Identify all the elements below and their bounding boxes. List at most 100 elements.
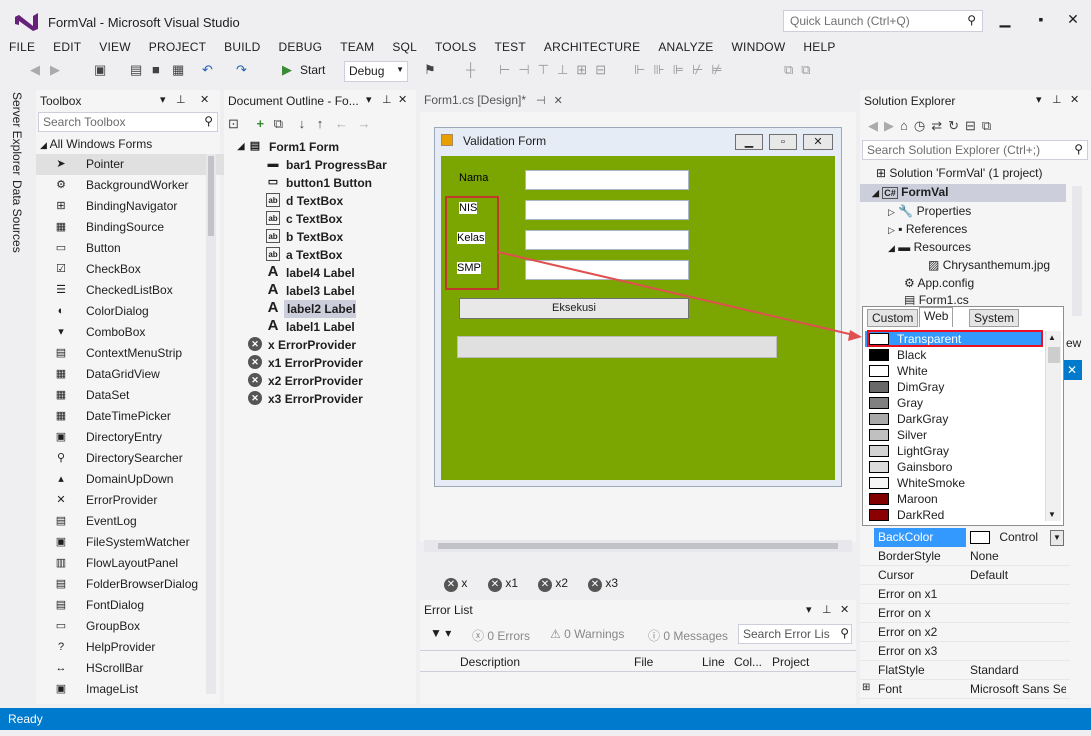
minimize-button[interactable]: ▁ — [990, 8, 1020, 32]
error-provider-x[interactable]: ✕ x — [444, 576, 467, 592]
collapse-all-icon[interactable]: ⊟ — [965, 118, 982, 133]
property-row-error-on-x[interactable]: Error on x — [860, 604, 1070, 623]
color-option-darkred[interactable]: DarkRed — [865, 507, 1043, 523]
property-row-flatstyle[interactable]: FlatStyle Standard — [860, 661, 1070, 680]
dropdown-icon[interactable]: ▾ — [366, 93, 372, 106]
column-file[interactable]: File — [634, 655, 653, 669]
image-file-node[interactable]: ▨ Chrysanthemum.jpg — [928, 258, 1050, 272]
properties-node[interactable]: ▷ 🔧 Properties — [888, 204, 971, 218]
pin-icon[interactable]: ⊥ — [1052, 93, 1062, 106]
filter-icon[interactable]: ▼ ▾ — [430, 626, 451, 640]
forward-icon[interactable]: ▶ — [50, 62, 60, 78]
close-icon[interactable]: ✕ — [1070, 93, 1079, 106]
close-button[interactable]: ✕ — [1058, 8, 1088, 32]
save-all-icon[interactable]: ▦ — [172, 62, 184, 78]
dropdown-icon[interactable]: ▾ — [1036, 93, 1042, 106]
color-option-maroon[interactable]: Maroon — [865, 491, 1043, 507]
solution-scrollbar[interactable] — [1072, 186, 1082, 316]
back-icon[interactable]: ◀ — [30, 62, 40, 78]
validation-form[interactable]: Validation Form ▁ ▫ ✕ Nama NIS Kelas SMP… — [434, 127, 842, 487]
tab-form1-design[interactable]: Form1.cs [Design]* ⊣ ✕ — [420, 90, 567, 110]
textbox-b[interactable] — [525, 200, 689, 220]
arrow-left-icon[interactable]: ← — [335, 116, 348, 131]
tab-web[interactable]: Web — [919, 307, 954, 327]
textbox-d[interactable] — [525, 260, 689, 280]
tab-system[interactable]: System — [969, 309, 1020, 327]
color-option-gray[interactable]: Gray — [865, 395, 1043, 411]
data-sources-tab[interactable]: Data Sources — [10, 180, 24, 253]
close-icon[interactable]: ✕ — [1062, 360, 1082, 380]
errors-filter-button[interactable]: ⓧ 0 Errors — [472, 627, 530, 644]
menu-window[interactable]: WINDOW — [723, 38, 795, 54]
color-option-silver[interactable]: Silver — [865, 427, 1043, 443]
arrow-right-icon[interactable]: → — [358, 116, 371, 131]
column-description[interactable]: Description — [460, 655, 520, 669]
menu-architecture[interactable]: ARCHITECTURE — [535, 38, 649, 54]
scroll-up-icon[interactable]: ▲ — [1048, 333, 1056, 342]
horizontal-scrollbar[interactable] — [424, 540, 852, 552]
config-select[interactable]: Debug ▼ — [344, 61, 408, 82]
menu-debug[interactable]: DEBUG — [270, 38, 332, 54]
layout-tools-icon[interactable]: ⊢⊣⊤⊥⊞⊟ — [499, 62, 614, 78]
color-option-dimgray[interactable]: DimGray — [865, 379, 1043, 395]
property-row-font[interactable]: ⊞ Font Microsoft Sans Ser — [860, 680, 1070, 699]
references-node[interactable]: ▷ ▪ References — [888, 222, 967, 236]
form-minimize-button[interactable]: ▁ — [735, 134, 763, 150]
form1-node[interactable]: ▤ Form1.cs — [904, 293, 969, 305]
maximize-button[interactable]: ▪ — [1026, 8, 1056, 32]
pin-icon[interactable]: ⊥ — [822, 603, 832, 616]
project-node[interactable]: ◢ C# FormVal — [860, 184, 1066, 202]
forward-icon[interactable]: ▶ — [884, 118, 900, 133]
dropdown-icon[interactable]: ▾ — [806, 603, 812, 616]
color-dropdown-button[interactable]: ▼ — [1050, 530, 1064, 546]
refresh-icon[interactable]: ↻ — [948, 118, 965, 133]
form-maximize-button[interactable]: ▫ — [769, 134, 797, 150]
properties-icon[interactable]: ⧉ — [982, 118, 997, 133]
move-up-icon[interactable]: ↑ — [317, 116, 324, 131]
error-provider-x3[interactable]: ✕ x3 — [588, 576, 618, 592]
view-icon[interactable]: ⊡ — [228, 116, 239, 131]
close-icon[interactable]: ✕ — [200, 93, 209, 106]
home-icon[interactable]: ⌂ — [900, 118, 914, 133]
menu-file[interactable]: FILE — [0, 38, 44, 54]
error-provider-x2[interactable]: ✕ x2 — [538, 576, 568, 592]
solution-search-input[interactable]: Search Solution Explorer (Ctrl+;) ⚲ — [862, 140, 1088, 160]
pin-icon[interactable]: ⊥ — [176, 93, 186, 106]
open-icon[interactable]: ▤ — [130, 62, 142, 78]
color-option-lightgray[interactable]: LightGray — [865, 443, 1043, 459]
textbox-c[interactable] — [525, 230, 689, 250]
form-close-button[interactable]: ✕ — [803, 134, 833, 150]
quick-launch-input[interactable]: Quick Launch (Ctrl+Q) ⚲ — [783, 10, 983, 32]
menu-sql[interactable]: SQL — [383, 38, 426, 54]
dropdown-icon[interactable]: ▾ — [160, 93, 166, 106]
copy-icon[interactable]: ⧉ — [274, 116, 283, 131]
align-icon[interactable]: ┼ — [466, 62, 475, 77]
property-name-backcolor[interactable]: BackColor — [874, 528, 966, 547]
toolbox-group-header[interactable]: ◢ All Windows Forms — [40, 137, 152, 151]
property-row-borderstyle[interactable]: BorderStyle None — [860, 547, 1070, 566]
warnings-filter-button[interactable]: ⚠ 0 Warnings — [550, 627, 624, 641]
toolbox-search-input[interactable]: Search Toolbox ⚲ — [38, 112, 218, 132]
menu-view[interactable]: VIEW — [90, 38, 139, 54]
move-down-icon[interactable]: ↓ — [299, 116, 306, 131]
messages-filter-button[interactable]: ⓘ 0 Messages — [648, 627, 728, 644]
start-icon[interactable]: ▶ — [282, 62, 292, 78]
resources-node[interactable]: ◢ ▬ Resources — [888, 240, 971, 254]
color-option-gainsboro[interactable]: Gainsboro — [865, 459, 1043, 475]
sync-icon[interactable]: ⇄ — [931, 118, 948, 133]
scroll-down-icon[interactable]: ▼ — [1048, 510, 1056, 519]
column-col[interactable]: Col... — [734, 655, 762, 669]
property-row-error-on-x2[interactable]: Error on x2 — [860, 623, 1070, 642]
save-icon[interactable]: ■ — [152, 62, 160, 77]
error-search-input[interactable]: Search Error Lis ⚲ — [738, 624, 852, 644]
close-icon[interactable]: ✕ — [554, 95, 563, 107]
color-option-darkgray[interactable]: DarkGray — [865, 411, 1043, 427]
back-icon[interactable]: ◀ — [868, 118, 884, 133]
spacing-tools-icon[interactable]: ⊩⊪⊫⊬⊭ — [634, 62, 731, 78]
menu-help[interactable]: HELP — [794, 38, 844, 54]
color-option-black[interactable]: Black — [865, 347, 1043, 363]
find-icon[interactable]: ⚑ — [424, 62, 436, 78]
close-icon[interactable]: ✕ — [398, 93, 407, 106]
server-explorer-tab[interactable]: Server Explorer — [10, 92, 24, 175]
history-icon[interactable]: ◷ — [914, 118, 931, 133]
